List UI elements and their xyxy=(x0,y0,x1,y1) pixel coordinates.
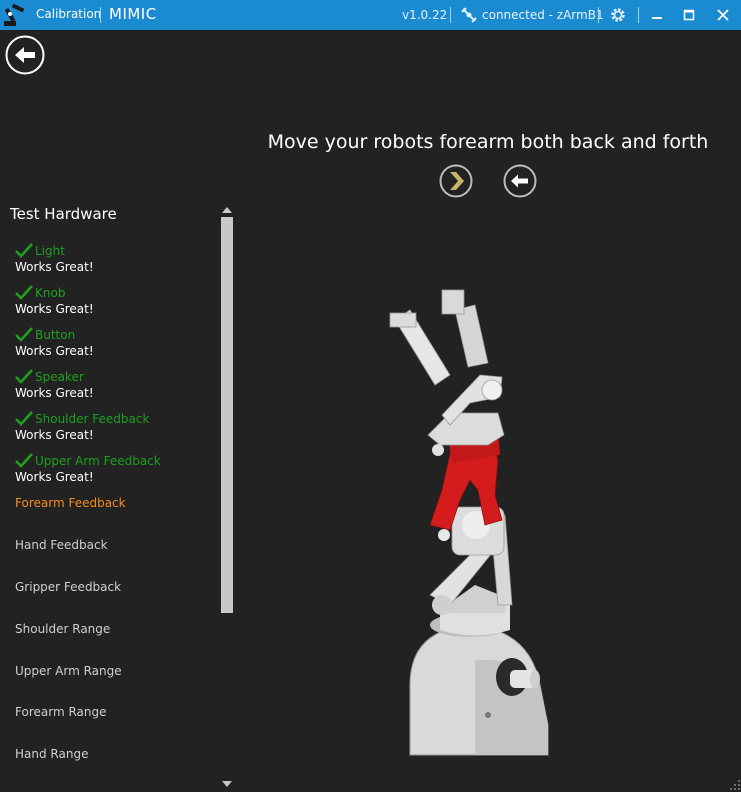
item-status: Works Great! xyxy=(15,470,94,484)
check-icon xyxy=(15,285,33,300)
list-item-light[interactable]: Light Works Great! xyxy=(15,243,94,274)
title-separator xyxy=(450,7,451,23)
item-name: Knob xyxy=(35,286,66,300)
title-separator xyxy=(598,7,599,23)
previous-button[interactable] xyxy=(503,164,537,198)
list-item-forearm-feedback[interactable]: Forearm Feedback xyxy=(15,496,126,510)
list-item-upper-arm-range[interactable]: Upper Arm Range xyxy=(15,664,122,678)
item-status: Works Great! xyxy=(15,344,94,358)
item-name: Button xyxy=(35,328,76,342)
title-bar: Calibration MIMIC v1.0.22 connected - zA… xyxy=(0,0,741,30)
back-arrow-icon xyxy=(15,47,35,63)
minimize-button[interactable] xyxy=(648,6,666,24)
maximize-icon xyxy=(683,9,695,21)
scrollbar-thumb[interactable] xyxy=(221,217,233,613)
version-label: v1.0.22 xyxy=(402,8,448,22)
next-arrow-icon xyxy=(450,172,464,190)
item-status: Works Great! xyxy=(15,260,94,274)
maximize-button[interactable] xyxy=(680,6,698,24)
item-name: Shoulder Feedback xyxy=(35,412,150,426)
list-item-hand-range[interactable]: Hand Range xyxy=(15,747,88,761)
minimize-icon xyxy=(652,17,662,19)
app-name: Calibration xyxy=(36,7,102,21)
title-separator xyxy=(100,7,101,23)
app-title: MIMIC xyxy=(109,5,157,23)
list-item-upper-arm-feedback[interactable]: Upper Arm Feedback Works Great! xyxy=(15,453,161,484)
check-icon xyxy=(15,243,33,258)
instruction-text: Move your robots forearm both back and f… xyxy=(267,131,709,153)
item-status: Works Great! xyxy=(15,428,94,442)
item-status: Works Great! xyxy=(15,302,94,316)
list-item-gripper-feedback[interactable]: Gripper Feedback xyxy=(15,580,121,594)
list-item-shoulder-feedback[interactable]: Shoulder Feedback Works Great! xyxy=(15,411,149,442)
close-icon xyxy=(717,9,729,21)
next-button[interactable] xyxy=(439,164,473,198)
gear-icon[interactable] xyxy=(609,6,627,24)
list-title: Test Hardware xyxy=(10,205,117,223)
back-arrow-icon xyxy=(511,174,528,188)
scroll-up-arrow[interactable] xyxy=(221,206,233,214)
list-item-shoulder-range[interactable]: Shoulder Range xyxy=(15,622,110,636)
close-button[interactable] xyxy=(714,6,732,24)
resize-grip[interactable] xyxy=(729,779,741,791)
check-icon xyxy=(15,411,33,426)
robot-arm-icon xyxy=(4,3,25,26)
list-item-hand-feedback[interactable]: Hand Feedback xyxy=(15,538,108,552)
list-item-knob[interactable]: Knob Works Great! xyxy=(15,285,94,316)
list-item-button[interactable]: Button Works Great! xyxy=(15,327,94,358)
check-icon xyxy=(15,453,33,468)
item-status: Works Great! xyxy=(15,386,94,400)
check-icon xyxy=(15,327,33,342)
title-separator xyxy=(638,7,639,23)
list-item-forearm-range[interactable]: Forearm Range xyxy=(15,705,106,719)
connection-status: connected - zArmB1 xyxy=(482,8,604,22)
scroll-down-arrow[interactable] xyxy=(221,780,233,788)
robot-arm-model xyxy=(389,289,549,756)
item-name: Light xyxy=(35,244,65,258)
list-item-speaker[interactable]: Speaker Works Great! xyxy=(15,369,94,400)
item-name: Upper Arm Feedback xyxy=(35,454,161,468)
check-icon xyxy=(15,369,33,384)
connection-icon[interactable] xyxy=(460,6,478,24)
back-button[interactable] xyxy=(5,35,45,75)
item-name: Speaker xyxy=(35,370,84,384)
